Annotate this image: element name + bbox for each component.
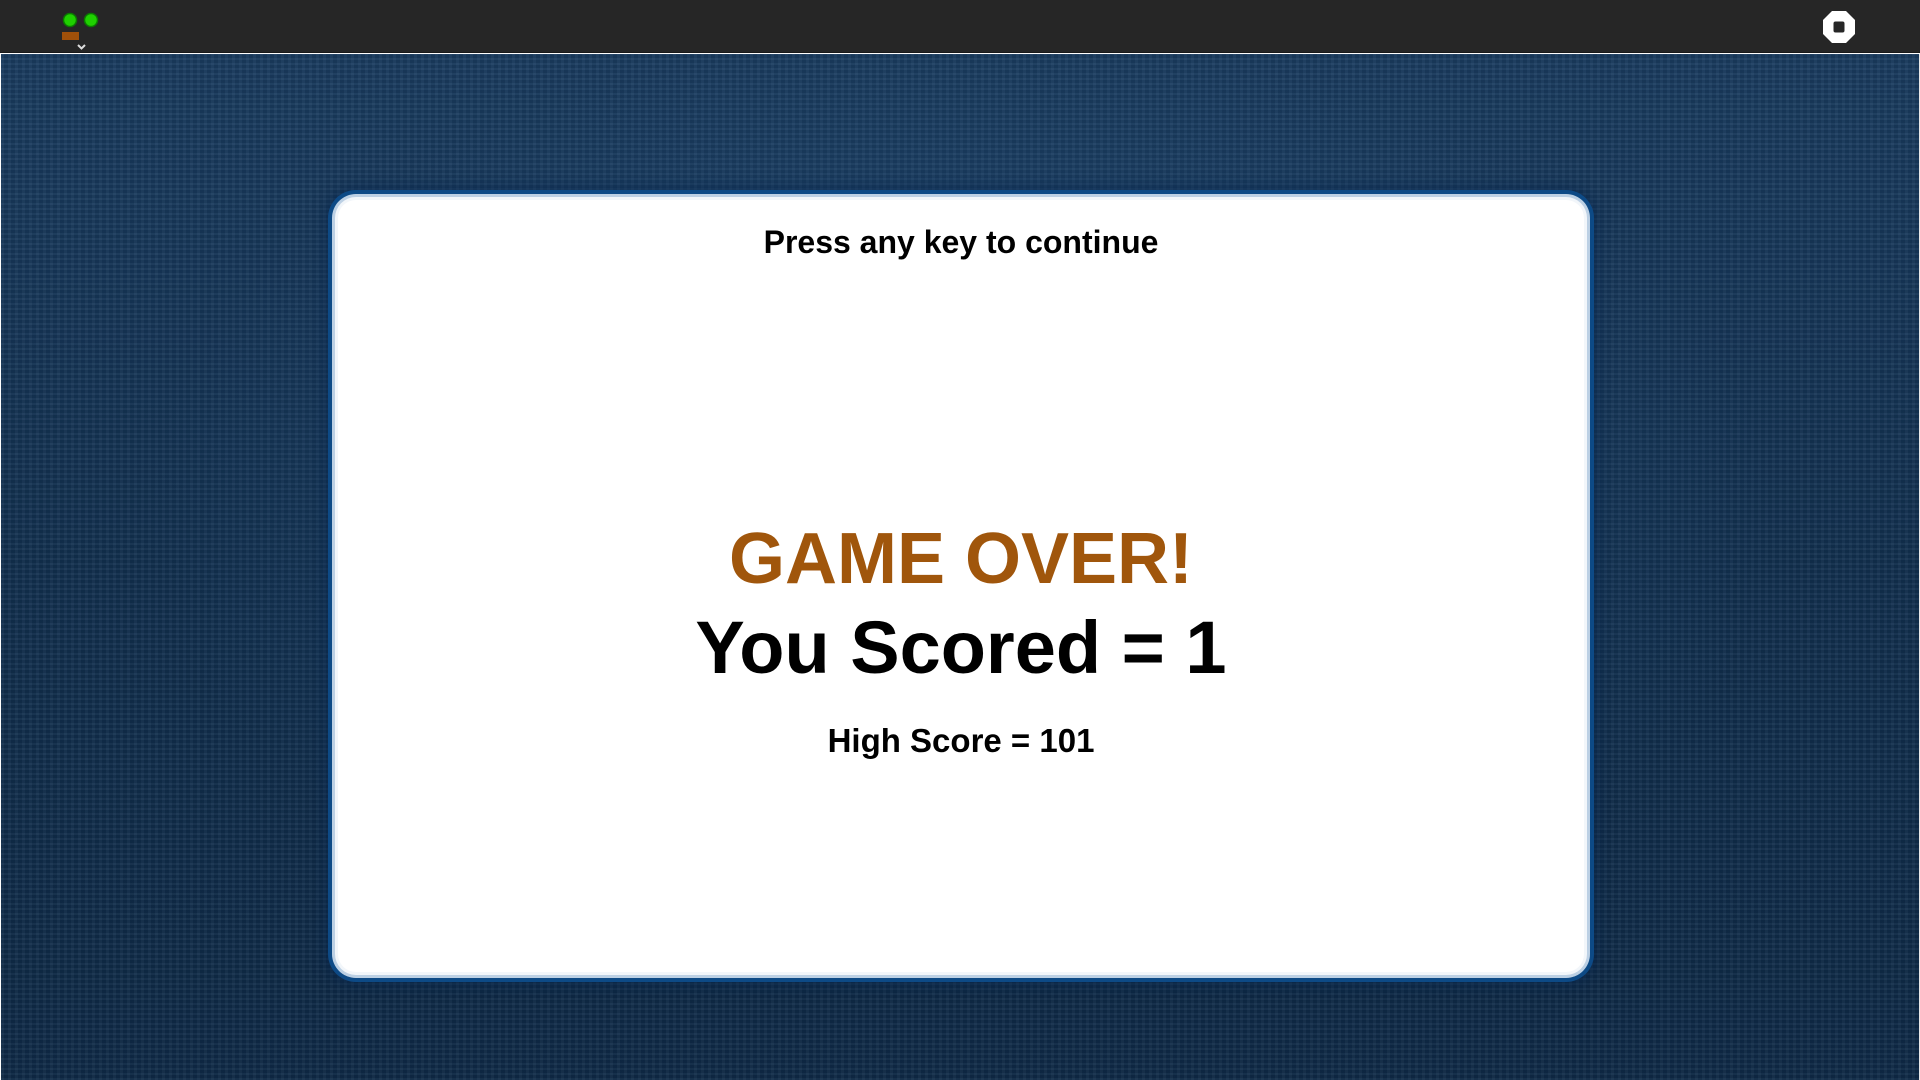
green-flag-icon[interactable] — [62, 12, 104, 56]
stop-icon — [1823, 11, 1855, 43]
game-over-title: GAME OVER! — [728, 519, 1194, 599]
game-stage[interactable]: Press any key to continue GAME OVER! You… — [1, 54, 1919, 1080]
stop-button[interactable] — [1822, 10, 1856, 44]
game-over-card: Press any key to continue GAME OVER! You… — [338, 200, 1584, 972]
high-score-text: High Score = 101 — [827, 722, 1095, 759]
score-text: You Scored = 1 — [695, 606, 1227, 689]
continue-prompt: Press any key to continue — [763, 224, 1159, 260]
app-frame: Press any key to continue GAME OVER! You… — [0, 0, 1920, 1080]
top-toolbar — [0, 0, 1920, 53]
